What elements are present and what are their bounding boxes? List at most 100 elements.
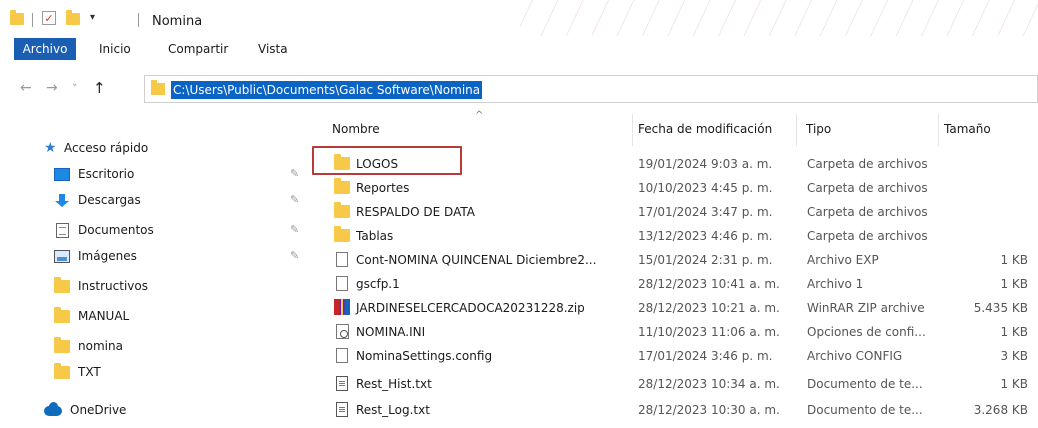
star-icon: ★	[44, 140, 57, 156]
file-date: 10/10/2023 4:45 p. m.	[638, 181, 773, 195]
pin-icon[interactable]: ✎	[290, 223, 299, 236]
tab-inicio[interactable]: Inicio	[99, 42, 131, 56]
sidebar-item-descargas[interactable]: Descargas ✎	[0, 188, 312, 214]
up-button[interactable]: ↑	[93, 79, 106, 97]
sidebar-item-manual[interactable]: MANUAL	[0, 304, 312, 330]
file-type: Documento de te...	[807, 403, 923, 417]
file-name: Rest_Hist.txt	[356, 377, 432, 391]
properties-check-icon[interactable]: ✓	[42, 11, 56, 25]
file-icon	[336, 348, 348, 363]
file-type: Carpeta de archivos	[807, 157, 928, 171]
file-name: Rest_Log.txt	[356, 403, 430, 417]
customize-toolbar-icon[interactable]: ▾	[90, 12, 95, 23]
file-type: Documento de te...	[807, 377, 923, 391]
file-size: 3 KB	[1000, 349, 1028, 363]
tab-compartir[interactable]: Compartir	[168, 42, 228, 56]
sidebar-item-documentos[interactable]: Documentos ✎	[0, 218, 312, 244]
back-button[interactable]: ←	[20, 80, 32, 96]
file-size: 1 KB	[1000, 325, 1028, 339]
file-name: gscfp.1	[356, 277, 400, 291]
file-row-nominasettings-config[interactable]: NominaSettings.config 17/01/2024 3:46 p.…	[316, 344, 1038, 368]
file-type: Archivo 1	[807, 277, 864, 291]
sidebar-item-label: OneDrive	[70, 403, 127, 417]
folder-icon	[334, 226, 350, 242]
file-type: Archivo CONFIG	[807, 349, 903, 363]
file-name: NOMINA.INI	[356, 325, 426, 339]
text-file-icon	[336, 376, 348, 391]
settings-file-icon	[336, 324, 349, 339]
file-row-jardines-zip[interactable]: JARDINESELCERCADOCA20231228.zip 28/12/20…	[316, 296, 1038, 320]
cloud-icon	[44, 402, 62, 416]
tab-vista[interactable]: Vista	[258, 42, 288, 56]
file-name: RESPALDO DE DATA	[356, 205, 475, 219]
pin-icon[interactable]: ✎	[290, 193, 299, 206]
column-divider[interactable]	[632, 114, 633, 146]
file-name: Reportes	[356, 181, 410, 195]
download-icon	[54, 194, 70, 207]
sidebar-item-instructivos[interactable]: Instructivos	[0, 274, 312, 300]
quick-access-folder-icon[interactable]	[10, 10, 24, 25]
pin-icon[interactable]: ✎	[290, 167, 299, 180]
file-icon	[336, 276, 348, 291]
column-header-date[interactable]: Fecha de modificación	[638, 122, 772, 136]
new-folder-icon[interactable]	[66, 10, 80, 25]
file-row-cont-nomina[interactable]: Cont-NOMINA QUINCENAL Diciembre2... 15/0…	[316, 248, 1038, 272]
column-header-size[interactable]: Tamaño	[944, 122, 991, 136]
file-type: Carpeta de archivos	[807, 229, 928, 243]
sidebar-item-acceso-rapido[interactable]: ★ Acceso rápido	[0, 136, 312, 162]
sidebar-item-label: Documentos	[78, 223, 154, 237]
sidebar-item-imagenes[interactable]: Imágenes ✎	[0, 244, 312, 270]
file-type: Opciones de confi...	[807, 325, 926, 339]
documents-icon	[56, 223, 69, 238]
file-row-nomina-ini[interactable]: NOMINA.INI 11/10/2023 11:06 a. m. Opcion…	[316, 320, 1038, 344]
address-path[interactable]: C:\Users\Public\Documents\Galac Software…	[171, 81, 483, 99]
file-size: 1 KB	[1000, 377, 1028, 391]
file-row-gscfp[interactable]: gscfp.1 28/12/2023 10:41 a. m. Archivo 1…	[316, 272, 1038, 296]
file-size: 5.435 KB	[973, 301, 1028, 315]
file-type: Carpeta de archivos	[807, 205, 928, 219]
column-header-name[interactable]: Nombre	[332, 122, 380, 136]
column-divider[interactable]	[938, 114, 939, 146]
file-date: 13/12/2023 4:46 p. m.	[638, 229, 773, 243]
file-type: Carpeta de archivos	[807, 181, 928, 195]
column-divider[interactable]	[796, 114, 797, 146]
file-size: 3.268 KB	[973, 403, 1028, 417]
file-date: 15/01/2024 2:31 p. m.	[638, 253, 773, 267]
file-size: 1 KB	[1000, 253, 1028, 267]
tab-archivo[interactable]: Archivo	[14, 38, 76, 60]
sort-ascending-icon: ^	[475, 110, 484, 121]
file-row-respaldo-de-data[interactable]: RESPALDO DE DATA 17/01/2024 3:47 p. m. C…	[316, 200, 1038, 224]
sidebar-item-onedrive[interactable]: OneDrive	[0, 398, 312, 424]
recent-locations-button[interactable]: ˅	[72, 82, 78, 95]
file-row-reportes[interactable]: Reportes 10/10/2023 4:45 p. m. Carpeta d…	[316, 176, 1038, 200]
file-date: 11/10/2023 11:06 a. m.	[638, 325, 780, 339]
file-name: NominaSettings.config	[356, 349, 493, 363]
navigation-pane: ★ Acceso rápido Escritorio ✎ Descargas ✎…	[0, 130, 312, 428]
folder-icon	[334, 202, 350, 218]
sidebar-item-label: Imágenes	[78, 249, 137, 263]
sidebar-item-nomina[interactable]: nomina	[0, 334, 312, 360]
zip-archive-icon	[334, 299, 350, 315]
file-type: Archivo EXP	[807, 253, 879, 267]
column-header-type[interactable]: Tipo	[806, 122, 831, 136]
file-date: 17/01/2024 3:47 p. m.	[638, 205, 773, 219]
file-size: 1 KB	[1000, 277, 1028, 291]
sidebar-item-label: Acceso rápido	[64, 141, 149, 155]
pictures-icon	[54, 250, 70, 263]
file-name: JARDINESELCERCADOCA20231228.zip	[356, 301, 585, 315]
file-row-rest-log[interactable]: Rest_Log.txt 28/12/2023 10:30 a. m. Docu…	[316, 398, 1038, 422]
sidebar-item-label: TXT	[78, 365, 101, 379]
highlight-annotation-box	[312, 146, 462, 175]
address-folder-icon	[151, 80, 165, 95]
file-row-rest-hist[interactable]: Rest_Hist.txt 28/12/2023 10:34 a. m. Doc…	[316, 372, 1038, 396]
forward-button[interactable]: →	[46, 80, 58, 96]
address-bar[interactable]: C:\Users\Public\Documents\Galac Software…	[144, 75, 1038, 103]
pin-icon[interactable]: ✎	[290, 249, 299, 262]
sidebar-item-txt[interactable]: TXT	[0, 360, 312, 386]
window-title: Nomina	[152, 14, 203, 29]
file-row-tablas[interactable]: Tablas 13/12/2023 4:46 p. m. Carpeta de …	[316, 224, 1038, 248]
file-date: 28/12/2023 10:41 a. m.	[638, 277, 780, 291]
desktop-icon	[54, 168, 70, 181]
folder-icon	[54, 363, 70, 379]
sidebar-item-escritorio[interactable]: Escritorio ✎	[0, 162, 312, 188]
